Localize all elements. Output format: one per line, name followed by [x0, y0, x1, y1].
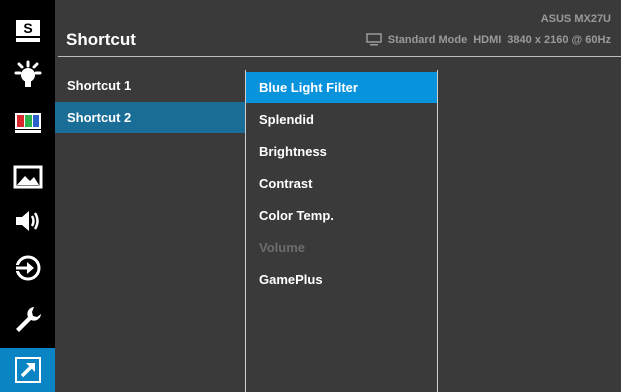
sound-icon [15, 211, 39, 231]
sidebar-item-splendid[interactable]: S [0, 9, 55, 53]
page-title: Shortcut [66, 30, 136, 49]
option-contrast[interactable]: Contrast [246, 168, 437, 199]
monitor-icon [365, 33, 382, 46]
option-blue-light-filter[interactable]: Blue Light Filter [246, 72, 437, 103]
header-divider [58, 56, 621, 57]
menu-item-shortcut-2[interactable]: Shortcut 2 [55, 102, 245, 133]
color-icon [14, 113, 41, 133]
sidebar-item-brightness[interactable] [0, 53, 55, 97]
image-icon [13, 165, 42, 189]
menu-item-shortcut-1[interactable]: Shortcut 1 [55, 70, 245, 101]
option-gameplus[interactable]: GamePlus [246, 264, 437, 295]
option-volume: Volume [246, 232, 437, 263]
option-label: Color Temp. [259, 208, 334, 223]
status-bar: Standard Mode HDMI 3840 x 2160 @ 60Hz [365, 33, 611, 46]
option-label: Splendid [259, 112, 314, 127]
option-label: Volume [259, 240, 305, 255]
option-splendid[interactable]: Splendid [246, 104, 437, 135]
svg-text:S: S [23, 20, 32, 36]
sidebar-item-color[interactable] [0, 101, 55, 145]
option-color-temp[interactable]: Color Temp. [246, 200, 437, 231]
sidebar-item-shortcut[interactable] [0, 348, 55, 392]
model-name: ASUS MX27U [540, 13, 611, 25]
sidebar-item-image[interactable] [0, 155, 55, 199]
option-label: Blue Light Filter [259, 80, 358, 95]
input-select-icon [14, 255, 40, 281]
sidebar: S [0, 0, 55, 392]
osd-menu: S Shortcut ASUS MX27U Standard Mode HDMI… [0, 0, 621, 392]
option-label: Contrast [259, 176, 313, 191]
shortcut-icon [14, 357, 41, 383]
submenu-panel: Blue Light Filter Splendid Brightness Co… [245, 70, 438, 392]
menu-item-label: Shortcut 1 [67, 78, 132, 93]
splendid-icon: S [15, 20, 40, 42]
menu-item-label: Shortcut 2 [67, 110, 132, 125]
wrench-icon [15, 307, 41, 332]
brightness-icon [14, 60, 41, 87]
option-brightness[interactable]: Brightness [246, 136, 437, 167]
mode-label: Standard Mode [387, 33, 468, 46]
input-label: HDMI [473, 33, 502, 46]
option-label: Brightness [259, 144, 327, 159]
sidebar-item-input[interactable] [0, 246, 55, 290]
sidebar-item-sound[interactable] [0, 199, 55, 243]
option-label: GamePlus [259, 272, 323, 287]
resolution-label: 3840 x 2160 @ 60Hz [507, 33, 611, 46]
sidebar-item-system-setup[interactable] [0, 297, 55, 341]
